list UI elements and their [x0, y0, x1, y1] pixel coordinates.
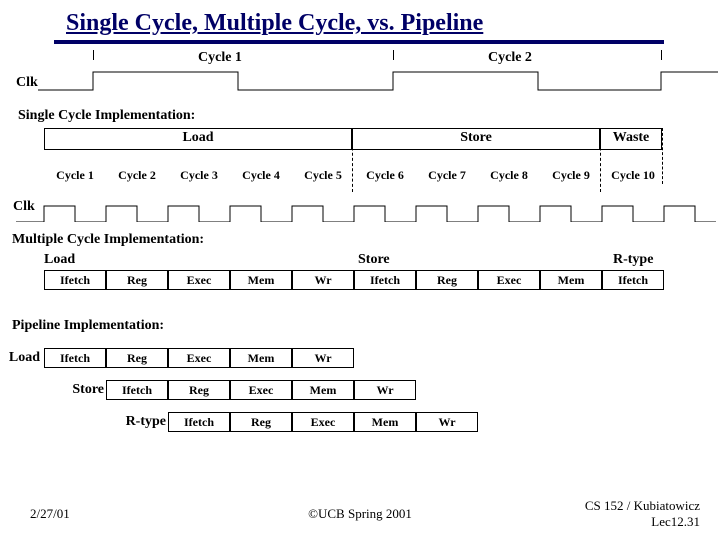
- dash-9: [600, 132, 601, 192]
- multi-cycle-load-label: Load: [44, 252, 75, 268]
- pl-rtype-stage-1: Reg: [230, 412, 292, 432]
- mc-stage-6: Reg: [416, 270, 478, 290]
- mc-stage-9: Ifetch: [602, 270, 664, 290]
- footer-course-text: CS 152 / Kubiatowicz: [585, 498, 700, 513]
- cycle-label-7: Cycle 7: [416, 168, 478, 183]
- clock-wave-single: [38, 50, 718, 100]
- dash-5: [352, 132, 353, 192]
- pl-rtype-stage-0: Ifetch: [168, 412, 230, 432]
- pl-store-stage-3: Mem: [292, 380, 354, 400]
- mc-stage-5: Ifetch: [354, 270, 416, 290]
- pl-store-stage-0: Ifetch: [106, 380, 168, 400]
- footer-course: CS 152 / Kubiatowicz Lec12.31: [585, 498, 700, 530]
- pl-load-stage-4: Wr: [292, 348, 354, 368]
- pipeline-rtype-label: R-type: [120, 414, 166, 430]
- cycle-label-4: Cycle 4: [230, 168, 292, 183]
- pl-load-stage-1: Reg: [106, 348, 168, 368]
- pipeline-load-label: Load: [6, 350, 40, 366]
- multi-cycle-heading: Multiple Cycle Implementation:: [12, 232, 204, 248]
- cycle-label-3: Cycle 3: [168, 168, 230, 183]
- mc-stage-0: Ifetch: [44, 270, 106, 290]
- footer-lec-text: Lec12.31: [651, 514, 700, 529]
- slide-title: Single Cycle, Multiple Cycle, vs. Pipeli…: [66, 10, 483, 37]
- title-underline: [54, 40, 664, 44]
- single-cycle-heading: Single Cycle Implementation:: [18, 108, 195, 124]
- pl-store-stage-1: Reg: [168, 380, 230, 400]
- multi-cycle-rtype-label: R-type: [613, 252, 653, 268]
- pl-store-stage-2: Exec: [230, 380, 292, 400]
- cycle-label-2: Cycle 2: [106, 168, 168, 183]
- pl-store-stage-4: Wr: [354, 380, 416, 400]
- cycle-label-5: Cycle 5: [292, 168, 354, 183]
- waste-label: Waste: [600, 130, 662, 146]
- store-label: Store: [352, 130, 600, 146]
- clk-label-1: Clk: [16, 75, 38, 91]
- cycle-label-6: Cycle 6: [354, 168, 416, 183]
- pipeline-store-label: Store: [66, 382, 104, 398]
- cycle-label-8: Cycle 8: [478, 168, 540, 183]
- pl-rtype-stage-3: Mem: [354, 412, 416, 432]
- cycle-label-1: Cycle 1: [44, 168, 106, 183]
- pl-load-stage-3: Mem: [230, 348, 292, 368]
- cycle-label-9: Cycle 9: [540, 168, 602, 183]
- mc-stage-8: Mem: [540, 270, 602, 290]
- multi-cycle-store-label: Store: [358, 252, 390, 268]
- mc-stage-3: Mem: [230, 270, 292, 290]
- multi-cycle-row: IfetchRegExecMemWrIfetchRegExecMemIfetch: [44, 270, 664, 290]
- mc-stage-2: Exec: [168, 270, 230, 290]
- pl-rtype-stage-2: Exec: [292, 412, 354, 432]
- clock-wave-multi: [16, 194, 716, 222]
- pl-load-stage-2: Exec: [168, 348, 230, 368]
- mc-stage-7: Exec: [478, 270, 540, 290]
- pl-rtype-stage-4: Wr: [416, 412, 478, 432]
- mc-stage-1: Reg: [106, 270, 168, 290]
- load-label: Load: [44, 130, 352, 146]
- pipeline-heading: Pipeline Implementation:: [12, 318, 164, 334]
- pl-load-stage-0: Ifetch: [44, 348, 106, 368]
- cycle-label-10: Cycle 10: [602, 168, 664, 183]
- mc-stage-4: Wr: [292, 270, 354, 290]
